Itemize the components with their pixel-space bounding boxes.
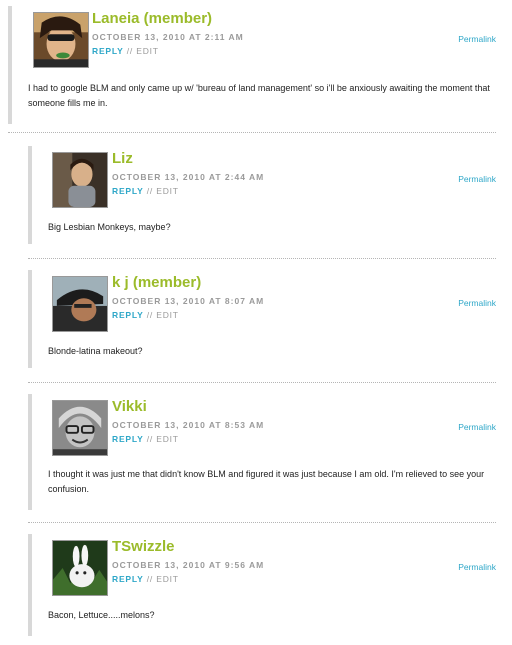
avatar-tswizzle[interactable] (52, 540, 108, 596)
comment-author[interactable]: k j (member) (112, 274, 201, 291)
comment-thread-bar (28, 270, 32, 368)
reply-link[interactable]: REPLY (112, 434, 144, 444)
reply-link[interactable]: REPLY (112, 186, 144, 196)
avatar-laneia-image (34, 13, 88, 67)
permalink-link[interactable]: Permalink (458, 34, 496, 44)
actions-divider: // (143, 434, 157, 444)
comment-date: OCTOBER 13, 2010 AT 9:56 AM (112, 560, 265, 570)
avatar-vikki[interactable] (52, 400, 108, 456)
edit-link[interactable]: EDIT (156, 186, 179, 196)
avatar-liz[interactable] (52, 152, 108, 208)
comment-actions: REPLY // EDIT (112, 574, 179, 584)
avatar-kj[interactable] (52, 276, 108, 332)
comment-kj: k j (member) OCTOBER 13, 2010 AT 8:07 AM… (28, 270, 504, 370)
comment-vikki: Vikki OCTOBER 13, 2010 AT 8:53 AM REPLY … (28, 394, 504, 512)
comment-date: OCTOBER 13, 2010 AT 8:07 AM (112, 296, 265, 306)
comment-text: I thought it was just me that didn't kno… (48, 469, 485, 494)
comment-separator (28, 382, 496, 383)
permalink-link[interactable]: Permalink (458, 422, 496, 432)
actions-divider: // (143, 186, 157, 196)
edit-link[interactable]: EDIT (156, 434, 179, 444)
comment-text: Big Lesbian Monkeys, maybe? (48, 222, 171, 232)
actions-divider: // (143, 310, 157, 320)
comment-actions: REPLY // EDIT (92, 46, 159, 56)
edit-link[interactable]: EDIT (156, 310, 179, 320)
comment-thread-bar (28, 146, 32, 244)
comment-actions: REPLY // EDIT (112, 434, 179, 444)
comment-actions: REPLY // EDIT (112, 310, 179, 320)
comment-laneia: Laneia (member) OCTOBER 13, 2010 AT 2:11… (8, 6, 504, 130)
avatar-kj-image (53, 277, 107, 331)
avatar-liz-image (53, 153, 107, 207)
comment-date: OCTOBER 13, 2010 AT 8:53 AM (112, 420, 265, 430)
comment-author[interactable]: Laneia (member) (92, 10, 212, 27)
avatar-tswizzle-image (53, 541, 107, 595)
comment-text: Blonde-latina makeout? (48, 346, 143, 356)
actions-divider: // (123, 46, 137, 56)
permalink-link[interactable]: Permalink (458, 562, 496, 572)
edit-link[interactable]: EDIT (136, 46, 159, 56)
avatar-laneia[interactable] (33, 12, 89, 68)
edit-link[interactable]: EDIT (156, 574, 179, 584)
comment-text: Bacon, Lettuce.....melons? (48, 610, 155, 620)
actions-divider: // (143, 574, 157, 584)
permalink-link[interactable]: Permalink (458, 174, 496, 184)
reply-link[interactable]: REPLY (112, 310, 144, 320)
comment-text: I had to google BLM and only came up w/ … (28, 83, 490, 108)
comment-separator (28, 522, 496, 523)
comment-date: OCTOBER 13, 2010 AT 2:44 AM (112, 172, 265, 182)
comment-tswizzle: TSwizzle OCTOBER 13, 2010 AT 9:56 AM REP… (28, 534, 504, 638)
comment-author[interactable]: TSwizzle (112, 538, 175, 555)
comment-actions: REPLY // EDIT (112, 186, 179, 196)
comment-thread-bar (28, 394, 32, 510)
comment-separator (8, 132, 496, 133)
reply-link[interactable]: REPLY (92, 46, 124, 56)
comment-thread-bar (28, 534, 32, 636)
permalink-link[interactable]: Permalink (458, 298, 496, 308)
comment-author[interactable]: Vikki (112, 398, 147, 415)
comment-thread-bar (8, 6, 12, 124)
comment-author[interactable]: Liz (112, 150, 133, 167)
comment-liz: Liz OCTOBER 13, 2010 AT 2:44 AM REPLY //… (28, 146, 504, 246)
comment-separator (28, 258, 496, 259)
comment-date: OCTOBER 13, 2010 AT 2:11 AM (92, 32, 244, 42)
avatar-vikki-image (53, 401, 107, 455)
reply-link[interactable]: REPLY (112, 574, 144, 584)
